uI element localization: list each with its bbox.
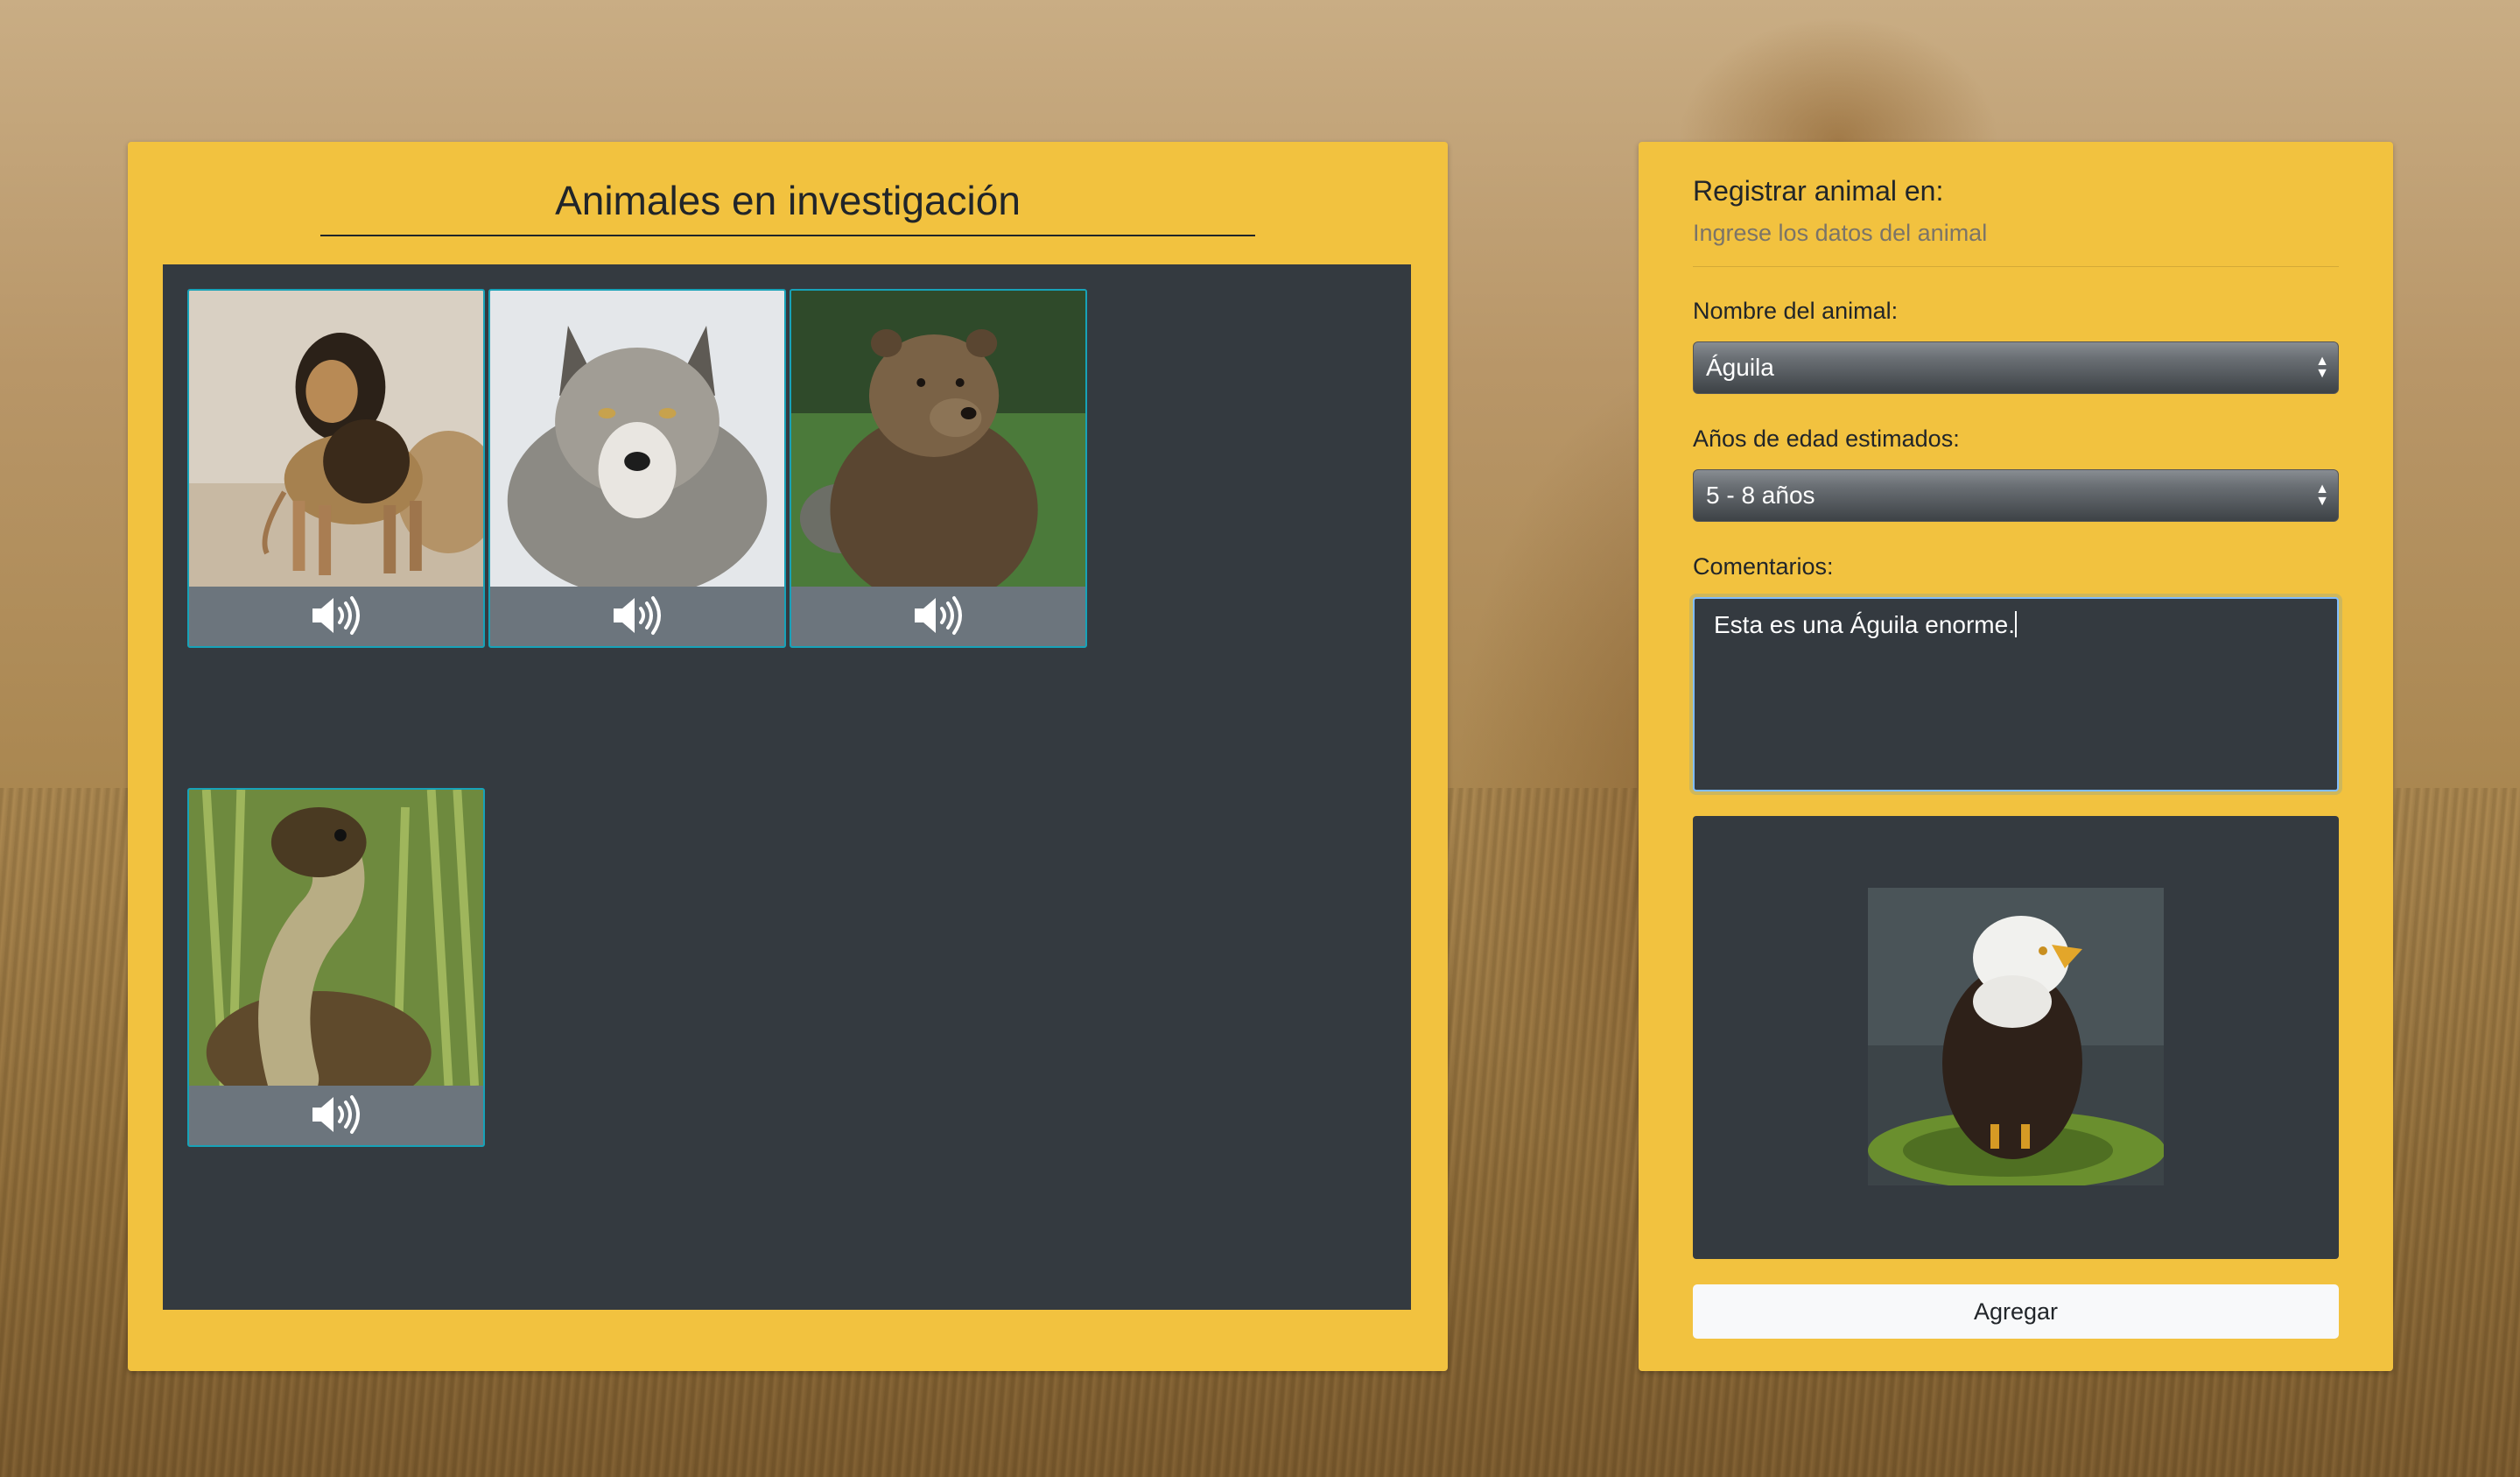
page-title: Animales en investigación bbox=[320, 177, 1255, 236]
animal-gallery bbox=[163, 264, 1411, 1310]
play-sound-button[interactable] bbox=[490, 585, 784, 646]
text-caret bbox=[2014, 611, 2017, 637]
preview-box bbox=[1693, 816, 2339, 1259]
animal-name-value: Águila bbox=[1706, 354, 1774, 381]
eagle-preview-image bbox=[1868, 888, 2164, 1185]
comments-text: Esta es una Águila enorme. bbox=[1714, 611, 2015, 638]
form-title: Registrar animal en: bbox=[1693, 175, 1944, 207]
animal-card-lion[interactable] bbox=[187, 289, 485, 648]
animal-card-snake[interactable] bbox=[187, 788, 485, 1147]
bear-image[interactable] bbox=[791, 291, 1085, 587]
snake-image[interactable] bbox=[189, 790, 483, 1086]
age-select[interactable]: 5 - 8 años ▲ ▼ bbox=[1693, 469, 2339, 522]
play-sound-button[interactable] bbox=[791, 585, 1085, 646]
select-arrows-icon: ▲ ▼ bbox=[2315, 354, 2329, 381]
register-panel: Registrar animal en: Ingrese los datos d… bbox=[1639, 142, 2393, 1371]
animal-card-bear[interactable] bbox=[790, 289, 1087, 648]
animals-panel: Animales en investigación bbox=[128, 142, 1448, 1371]
volume-icon bbox=[614, 596, 661, 635]
volume-icon bbox=[312, 596, 360, 635]
volume-icon bbox=[312, 1095, 360, 1134]
lion-image[interactable] bbox=[189, 291, 483, 587]
form-header: Registrar animal en: Ingrese los datos d… bbox=[1693, 175, 2339, 267]
form-subtitle: Ingrese los datos del animal bbox=[1693, 220, 1988, 246]
age-value: 5 - 8 años bbox=[1706, 482, 1815, 509]
animal-card-wolf[interactable] bbox=[488, 289, 786, 648]
play-sound-button[interactable] bbox=[189, 585, 483, 646]
volume-icon bbox=[915, 596, 962, 635]
add-button[interactable]: Agregar bbox=[1693, 1284, 2339, 1339]
play-sound-button[interactable] bbox=[189, 1084, 483, 1145]
age-label: Años de edad estimados: bbox=[1693, 426, 1960, 452]
comments-textarea[interactable]: Esta es una Águila enorme. bbox=[1693, 597, 2339, 791]
select-arrows-icon: ▲ ▼ bbox=[2315, 482, 2329, 509]
wolf-image[interactable] bbox=[490, 291, 784, 587]
animal-name-label: Nombre del animal: bbox=[1693, 298, 1899, 324]
title-wrap: Animales en investigación bbox=[320, 177, 1255, 236]
comments-label: Comentarios: bbox=[1693, 553, 1834, 580]
animal-name-select[interactable]: Águila ▲ ▼ bbox=[1693, 341, 2339, 394]
